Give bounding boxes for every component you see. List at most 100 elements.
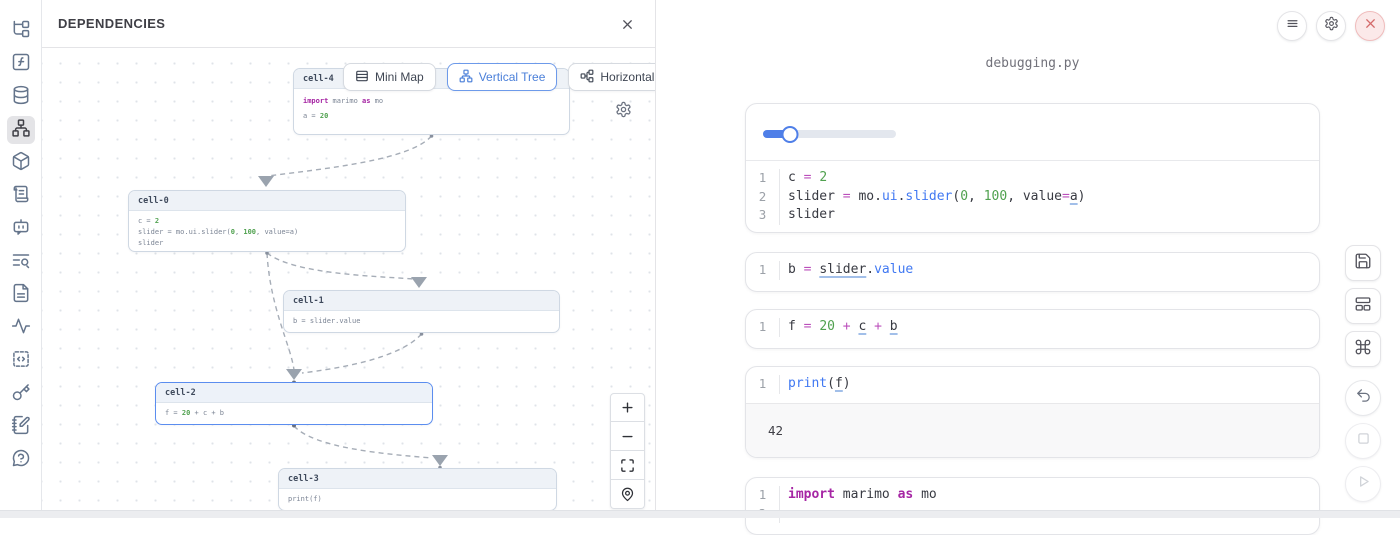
file-tree-icon	[11, 19, 31, 44]
graph-node-cell-1[interactable]: cell-1 b = slider.value	[283, 290, 560, 333]
code-editor[interactable]: 1 f = 20 + c + b	[746, 310, 1319, 346]
sidebar-item-snippets[interactable]	[7, 347, 35, 375]
dependencies-panel: DEPENDENCIES	[42, 0, 656, 518]
cell-output: 42	[746, 403, 1319, 458]
center-view-button[interactable]	[610, 480, 645, 509]
notebook-cell: 1 2 import marimo as mo	[745, 477, 1320, 535]
graph-node-code-line: a = 20	[303, 109, 560, 124]
dependencies-icon	[11, 118, 31, 143]
packages-icon	[11, 151, 31, 176]
line-numbers: 1	[746, 318, 780, 337]
sidebar-item-documentation[interactable]	[7, 281, 35, 309]
layout-button[interactable]	[1345, 288, 1381, 324]
logs-icon	[11, 184, 31, 209]
panel-title: DEPENDENCIES	[58, 16, 165, 31]
tracing-icon	[11, 316, 31, 341]
sidebar-item-logs[interactable]	[7, 182, 35, 210]
undo-button[interactable]	[1345, 380, 1381, 416]
code-line: slider = mo.ui.slider(0, 100, value=a)	[788, 188, 1319, 207]
notebook-area: debugging.py 1 2 3 c = 2 slider = mo.ui.…	[656, 0, 1400, 518]
graph-node-code-line: f = 20 + c + b	[165, 408, 423, 419]
stop-button[interactable]	[1345, 423, 1381, 459]
datasources-icon	[11, 85, 31, 110]
sidebar-item-file-explorer[interactable]	[7, 17, 35, 45]
sidebar-item-dependencies[interactable]	[7, 116, 35, 144]
graph-node-code-line: slider = mo.ui.slider(0, 100, value=a)	[138, 227, 396, 238]
slider-widget-output	[746, 104, 1319, 161]
shutdown-button[interactable]	[1355, 11, 1385, 41]
sidebar-item-datasources[interactable]	[7, 83, 35, 111]
sidebar-item-scratchpad[interactable]	[7, 413, 35, 441]
sidebar-item-secrets[interactable]	[7, 380, 35, 408]
sidebar-item-ai-chat[interactable]	[7, 215, 35, 243]
scratchpad-icon	[11, 415, 31, 440]
code-line: slider	[788, 206, 1319, 225]
zoom-out-button[interactable]	[610, 422, 645, 451]
code-line: print(f)	[788, 375, 1319, 394]
layout-icon	[1354, 295, 1372, 318]
graph-node-code-line: c = 2	[138, 216, 396, 227]
code-editor[interactable]: 1 print(f)	[746, 367, 1319, 403]
documentation-icon	[11, 283, 31, 308]
graph-zoom-controls	[610, 393, 645, 509]
graph-node-title: cell-0	[129, 191, 405, 211]
zoom-in-button[interactable]	[610, 393, 645, 422]
horizontal-tree-button[interactable]: Horizontal Tree	[568, 63, 655, 91]
sidebar-item-tracing[interactable]	[7, 314, 35, 342]
graph-node-title: cell-2	[156, 383, 432, 403]
graph-node-title: cell-3	[279, 469, 556, 489]
slider-track[interactable]	[763, 130, 896, 138]
horizontal-tree-icon	[580, 69, 594, 86]
vertical-tree-icon	[459, 69, 473, 86]
code-editor[interactable]: 1 b = slider.value	[746, 253, 1319, 289]
keyboard-shortcuts-button[interactable]	[1345, 331, 1381, 367]
code-editor[interactable]: 1 2 3 c = 2 slider = mo.ui.slider(0, 100…	[746, 161, 1319, 233]
vertical-tree-label: Vertical Tree	[479, 70, 546, 84]
minimap-button[interactable]: Mini Map	[343, 63, 436, 91]
save-button[interactable]	[1345, 245, 1381, 281]
notebook-filename: debugging.py	[745, 56, 1320, 71]
graph-node-cell-0[interactable]: cell-0 c = 2 slider = mo.ui.slider(0, 10…	[128, 190, 406, 252]
sidebar-item-packages[interactable]	[7, 149, 35, 177]
graph-node-code-line: slider	[138, 238, 396, 249]
text-search-icon	[11, 250, 31, 275]
graph-node-code-line: import marimo as mo	[303, 94, 560, 109]
graph-node-cell-2[interactable]: cell-2 f = 20 + c + b	[155, 382, 433, 425]
notebook-cell: 1 2 3 c = 2 slider = mo.ui.slider(0, 100…	[745, 103, 1320, 233]
code-line: b = slider.value	[788, 261, 1319, 280]
line-numbers: 1 2 3	[746, 169, 780, 225]
line-numbers: 1	[746, 261, 780, 280]
minimap-icon	[355, 69, 369, 86]
snippets-icon	[11, 349, 31, 374]
fit-view-button[interactable]	[610, 451, 645, 480]
vertical-tree-button[interactable]: Vertical Tree	[447, 63, 558, 91]
code-line: import marimo as mo	[788, 486, 1319, 505]
variables-icon	[11, 52, 31, 77]
menu-icon	[1285, 16, 1300, 36]
notebook-settings-button[interactable]	[1316, 11, 1346, 41]
graph-node-code-line: b = slider.value	[293, 316, 550, 327]
code-editor[interactable]: 1 2 import marimo as mo	[746, 478, 1319, 532]
sidebar-item-outline[interactable]	[7, 248, 35, 276]
graph-node-title: cell-1	[284, 291, 559, 311]
settings-gear-icon	[1324, 16, 1339, 36]
sidebar-item-variables[interactable]	[7, 50, 35, 78]
run-button[interactable]	[1345, 466, 1381, 502]
notebook-menu-button[interactable]	[1277, 11, 1307, 41]
shutdown-x-icon	[1363, 16, 1378, 36]
sidebar-rail	[0, 0, 42, 518]
sidebar-item-help[interactable]	[7, 446, 35, 474]
graph-node-cell-3[interactable]: cell-3 print(f)	[278, 468, 557, 511]
notebook-cell: 1 print(f) 42	[745, 366, 1320, 458]
notebook-cell: 1 f = 20 + c + b	[745, 309, 1320, 349]
slider-thumb[interactable]	[781, 126, 798, 143]
dependency-graph-canvas[interactable]: Mini Map Vertical Tree Horizontal Tree c…	[42, 48, 655, 518]
graph-view-toolbar: Mini Map Vertical Tree Horizontal Tree	[343, 63, 655, 91]
close-panel-button[interactable]	[617, 14, 637, 34]
dependencies-panel-header: DEPENDENCIES	[42, 0, 655, 48]
command-icon	[1354, 338, 1372, 361]
save-icon	[1354, 252, 1372, 275]
stop-icon	[1355, 430, 1372, 452]
secrets-icon	[11, 382, 31, 407]
graph-settings-icon[interactable]	[615, 101, 632, 118]
